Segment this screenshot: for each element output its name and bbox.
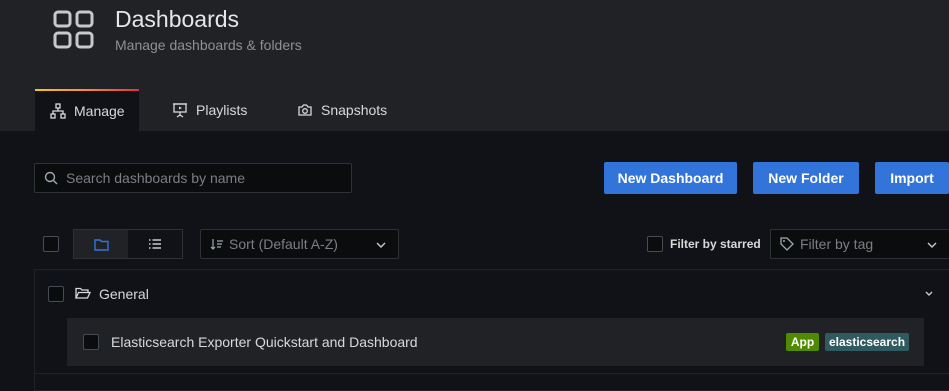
sort-icon: [210, 239, 223, 250]
dashboard-checkbox[interactable]: [83, 334, 99, 350]
list-icon: [149, 239, 161, 249]
tab-manage[interactable]: Manage: [35, 89, 139, 131]
tag-badge[interactable]: elasticsearch: [825, 333, 909, 351]
chevron-down-icon: [927, 242, 937, 248]
list-view-button[interactable]: [128, 230, 182, 258]
page-title: Dashboards: [115, 6, 240, 32]
sitemap-icon: [50, 103, 66, 119]
sort-label: Sort (Default A-Z): [229, 236, 338, 252]
new-folder-button[interactable]: New Folder: [753, 162, 859, 194]
search-placeholder: Search dashboards by name: [66, 170, 245, 186]
sort-select[interactable]: Sort (Default A-Z): [200, 229, 399, 259]
chevron-down-icon: [376, 242, 386, 248]
chevron-down-icon[interactable]: [925, 291, 933, 297]
folder-icon: [93, 238, 109, 251]
folder-view-button[interactable]: [74, 230, 128, 258]
view-mode-toggle: [73, 229, 183, 259]
divider: [34, 373, 949, 374]
starred-filter-checkbox[interactable]: [647, 236, 663, 252]
tab-label: Playlists: [196, 102, 248, 118]
starred-filter-label: Filter by starred: [670, 237, 761, 251]
new-dashboard-button[interactable]: New Dashboard: [604, 162, 737, 194]
dashboards-grid-icon: [53, 10, 94, 49]
import-button[interactable]: Import: [875, 162, 949, 194]
folder-checkbox[interactable]: [48, 286, 64, 302]
tab-playlists[interactable]: Playlists: [172, 89, 247, 131]
tag-icon: [780, 237, 794, 251]
tab-label: Snapshots: [321, 102, 388, 118]
tag-filter-select[interactable]: Filter by tag: [770, 229, 949, 259]
select-all-checkbox[interactable]: [43, 236, 59, 252]
tab-snapshots[interactable]: Snapshots: [297, 89, 387, 131]
tag-badge[interactable]: App: [786, 333, 819, 351]
page-subtitle: Manage dashboards & folders: [115, 37, 302, 53]
tag-filter-placeholder: Filter by tag: [800, 236, 874, 252]
presentation-icon: [173, 103, 187, 118]
folder-name[interactable]: General: [99, 286, 149, 302]
dashboard-title[interactable]: Elasticsearch Exporter Quickstart and Da…: [111, 334, 418, 350]
search-icon: [44, 171, 58, 185]
tab-label: Manage: [74, 103, 125, 119]
folder-open-icon: [75, 287, 91, 299]
camera-icon: [298, 104, 312, 116]
search-input[interactable]: Search dashboards by name: [34, 163, 352, 193]
